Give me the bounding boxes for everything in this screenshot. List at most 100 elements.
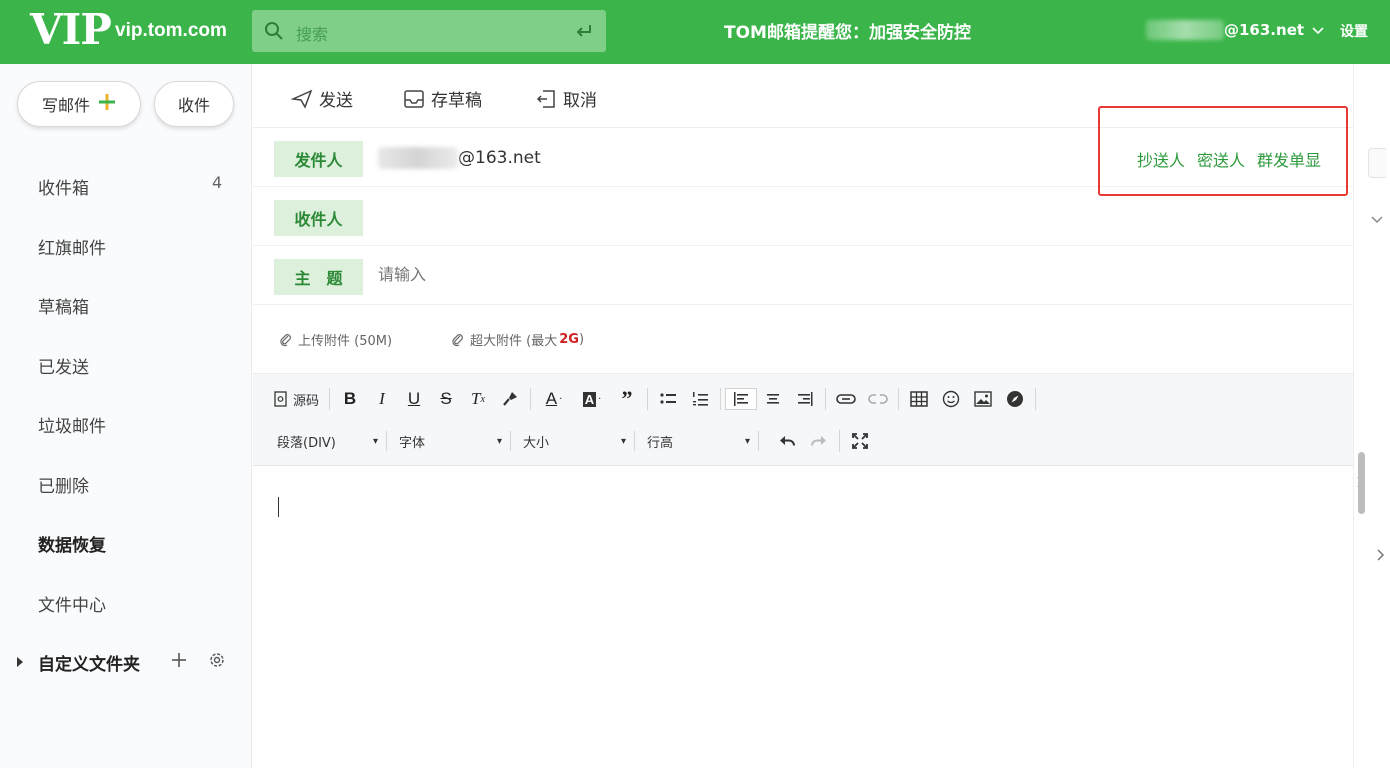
compass-icon[interactable]: [999, 388, 1031, 410]
line-height-dropdown[interactable]: 行高 ▾: [647, 431, 759, 451]
emoji-icon[interactable]: [935, 388, 967, 410]
caret-icon: ▾: [372, 435, 378, 447]
editor-toolbar-row-1: 源码 B I U S Tx A · A · ”: [273, 386, 1040, 411]
align-right-icon[interactable]: [789, 388, 821, 410]
recipient-input[interactable]: [378, 200, 1318, 234]
sidebar-item-data-recovery[interactable]: 数据恢复: [38, 531, 106, 556]
sidebar-item-drafts[interactable]: 草稿箱: [38, 293, 89, 318]
large-attachment-button[interactable]: 超大附件 (最大 2G ): [451, 330, 584, 349]
upload-attachment-button[interactable]: 上传附件 (50M): [279, 330, 392, 349]
bcc-link[interactable]: 密送人: [1197, 147, 1245, 171]
font-dropdown[interactable]: 字体 ▾: [399, 431, 511, 451]
separator: [825, 388, 827, 410]
bold-icon[interactable]: B: [334, 388, 366, 410]
send-button[interactable]: 发送: [291, 86, 353, 111]
source-code-button[interactable]: 源码: [273, 390, 325, 409]
gear-icon[interactable]: [208, 651, 226, 673]
sender-label: 发件人: [274, 141, 363, 177]
compose-button[interactable]: 写邮件: [17, 81, 141, 127]
sidebar-item-flagged[interactable]: 红旗邮件: [38, 234, 106, 259]
sidebar-item-sent[interactable]: 已发送: [38, 353, 89, 378]
save-draft-button[interactable]: 存草稿: [403, 86, 482, 111]
editor-toolbar-row-2: 段落(DIV) ▾ 字体 ▾ 大小 ▾ 行高 ▾: [277, 430, 876, 452]
sidebar-item-file-center[interactable]: 文件中心: [38, 591, 106, 616]
separator: [839, 430, 840, 452]
chevron-down-icon[interactable]: [1370, 210, 1384, 229]
line-height-label: 行高: [647, 435, 674, 451]
subject-row: 主 题: [253, 247, 1353, 305]
paragraph-label: 段落(DIV): [277, 435, 336, 451]
save-draft-label: 存草稿: [431, 91, 482, 111]
sidebar-item-inbox[interactable]: 收件箱: [38, 174, 89, 199]
vip-logo[interactable]: VIP: [30, 6, 112, 54]
add-folder-icon[interactable]: [170, 651, 188, 673]
account-menu[interactable]: @163.net: [1146, 20, 1324, 40]
caret-right-icon: [16, 653, 24, 673]
fullscreen-icon[interactable]: [844, 430, 876, 452]
recipient-options: 抄送人 密送人 群发单显: [1137, 147, 1321, 171]
font-label: 字体: [399, 435, 426, 451]
custom-folders-toggle[interactable]: 自定义文件夹: [16, 650, 140, 675]
paperclip-icon: [280, 333, 291, 346]
underline-icon[interactable]: U: [398, 388, 430, 410]
separator: [329, 388, 331, 410]
compose-panel: 发送 存草稿 取消 发件人 @163.net 抄送人 密送人 群发单显 收件人 …: [253, 64, 1353, 768]
sidebar-item-deleted[interactable]: 已删除: [38, 472, 89, 497]
send-label: 发送: [319, 91, 353, 111]
size-dropdown[interactable]: 大小 ▾: [523, 431, 635, 451]
side-panel-tab[interactable]: [1368, 148, 1386, 178]
subject-input[interactable]: [378, 265, 978, 284]
recipient-row: 收件人: [253, 188, 1353, 246]
image-icon[interactable]: [967, 388, 999, 410]
separator: [1035, 388, 1037, 410]
numbered-list-icon[interactable]: [684, 388, 716, 410]
search-icon: [264, 21, 284, 45]
caret-icon: ▾: [744, 435, 750, 447]
cancel-button[interactable]: 取消: [535, 86, 597, 111]
redo-icon[interactable]: [803, 430, 835, 452]
sender-address[interactable]: @163.net: [378, 147, 541, 169]
bullet-list-icon[interactable]: [652, 388, 684, 410]
chevron-right-icon[interactable]: [1376, 547, 1386, 566]
security-notice[interactable]: TOM邮箱提醒您：加强安全防控: [724, 18, 971, 43]
search-input[interactable]: 搜索: [296, 21, 328, 45]
table-icon[interactable]: [903, 388, 935, 410]
account-name-blurred: [1146, 20, 1224, 40]
sidebar: 写邮件 收件 收件箱 4 红旗邮件 草稿箱 已发送 垃圾邮件 已删除 数据恢复 …: [0, 64, 252, 768]
receive-button[interactable]: 收件: [154, 81, 234, 127]
compose-label: 写邮件: [41, 96, 90, 115]
message-body-editor[interactable]: [253, 467, 1353, 768]
quote-icon[interactable]: ”: [611, 386, 643, 411]
unlink-icon[interactable]: [862, 388, 894, 410]
undo-icon[interactable]: [771, 430, 803, 452]
source-code-label: 源码: [293, 393, 320, 409]
cc-link[interactable]: 抄送人: [1137, 147, 1185, 171]
strikethrough-icon[interactable]: S: [430, 388, 462, 410]
large-attachment-close: ): [578, 332, 585, 347]
draft-icon: [404, 89, 424, 108]
italic-icon[interactable]: I: [366, 388, 398, 410]
recipient-label[interactable]: 收件人: [274, 200, 363, 236]
plus-icon: [98, 93, 116, 115]
clear-format-icon[interactable]: Tx: [462, 388, 494, 410]
settings-link[interactable]: 设置: [1340, 21, 1368, 41]
enter-icon[interactable]: [574, 21, 594, 45]
link-icon[interactable]: [830, 388, 862, 410]
sender-domain: @163.net: [458, 148, 541, 168]
group-single-link[interactable]: 群发单显: [1257, 147, 1321, 171]
account-email: @163.net: [1224, 21, 1305, 39]
align-left-icon[interactable]: [725, 388, 758, 410]
separator: [720, 388, 722, 410]
subject-label: 主 题: [274, 259, 363, 295]
format-painter-icon[interactable]: [494, 388, 526, 410]
large-attachment-limit: 2G: [559, 332, 579, 347]
font-color-icon[interactable]: A ·: [535, 388, 573, 410]
paragraph-dropdown[interactable]: 段落(DIV) ▾: [277, 431, 387, 451]
align-center-icon[interactable]: [757, 388, 789, 410]
paperclip-icon: [452, 333, 463, 346]
scrollbar[interactable]: [1358, 452, 1365, 514]
background-color-icon[interactable]: A ·: [573, 388, 611, 410]
sidebar-item-spam[interactable]: 垃圾邮件: [38, 412, 106, 437]
sender-row: 发件人 @163.net 抄送人 密送人 群发单显: [253, 129, 1353, 187]
search-box[interactable]: 搜索: [252, 10, 606, 52]
